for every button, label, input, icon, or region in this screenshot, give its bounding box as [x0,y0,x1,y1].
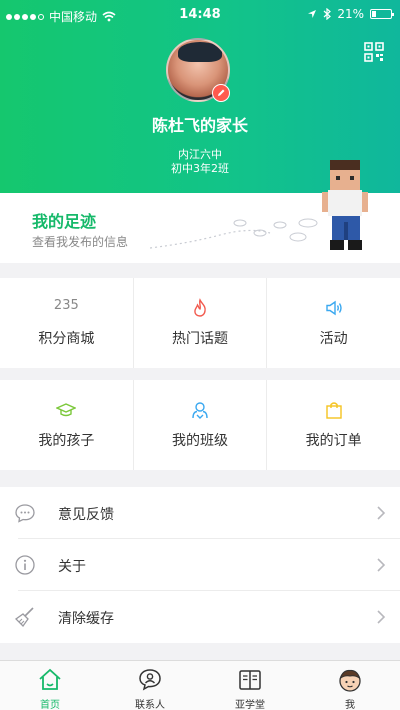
tab-me[interactable]: 我 [300,661,400,710]
home-icon [39,668,61,690]
list-item-clear-cache[interactable]: 清除缓存 [0,591,400,643]
tab-home[interactable]: 首页 [0,661,100,710]
my-class-label: 我的班级 [172,433,228,449]
graduation-cap-icon [56,403,77,417]
broom-icon [14,607,34,628]
status-bar: 中国移动 14:48 21% [0,0,400,30]
activities-button[interactable]: 活动 [267,278,400,368]
tab-contacts[interactable]: 联系人 [100,661,200,710]
feature-grid-1: 235 积分商城 热门话题 活动 [0,278,400,368]
location-arrow-icon [308,10,317,18]
hot-topics-label: 热门话题 [172,331,228,347]
battery-percent: 21% [337,7,364,21]
points-mall-button[interactable]: 235 积分商城 [0,278,134,368]
my-children-label: 我的孩子 [38,433,95,449]
tab-academy-label: 亚学堂 [235,700,265,710]
pixel-character-icon [322,160,368,250]
tab-contacts-label: 联系人 [135,700,165,710]
tab-me-label: 我 [345,700,355,710]
class-group-icon [192,402,208,419]
feature-grid-2: 我的孩子 我的班级 我的订单 [0,380,400,470]
chevron-right-icon [377,558,386,572]
feedback-label: 意见反馈 [58,507,114,523]
points-mall-label: 积分商城 [38,331,95,347]
tab-academy[interactable]: 亚学堂 [200,661,300,710]
my-orders-button[interactable]: 我的订单 [267,380,400,470]
qr-code-icon[interactable] [364,42,384,62]
speaker-icon [325,300,342,316]
list-item-about[interactable]: 关于 [0,539,400,591]
list-item-feedback[interactable]: 意见反馈 [0,487,400,539]
info-icon [15,555,35,575]
footprint-title: 我的足迹 [32,212,97,231]
me-avatar-icon [339,669,361,692]
bluetooth-icon [323,8,332,20]
tab-home-label: 首页 [40,700,60,710]
tab-bar: 首页 联系人 亚学堂 我 [0,660,400,710]
chat-bubble-icon [15,504,35,523]
chevron-right-icon [377,506,386,520]
hot-topics-button[interactable]: 热门话题 [134,278,268,368]
my-orders-label: 我的订单 [305,433,362,449]
contacts-icon [139,669,161,691]
book-icon [239,670,261,690]
footprint-subtitle: 查看我发布的信息 [32,235,129,249]
clear-cache-label: 清除缓存 [58,611,114,627]
edit-pencil-icon[interactable] [212,84,230,102]
chevron-right-icon [377,610,386,624]
activities-label: 活动 [319,331,348,347]
battery-icon [370,9,394,19]
shopping-bag-icon [325,402,342,419]
flame-icon [194,298,206,317]
my-children-button[interactable]: 我的孩子 [0,380,134,470]
my-class-button[interactable]: 我的班级 [134,380,268,470]
footprint-trail-icon [150,218,318,249]
points-count: 235 [53,298,79,313]
about-label: 关于 [58,559,86,575]
settings-list: 意见反馈 关于 清除缓存 [0,487,400,643]
profile-name: 陈杜飞的家长 [151,116,248,135]
